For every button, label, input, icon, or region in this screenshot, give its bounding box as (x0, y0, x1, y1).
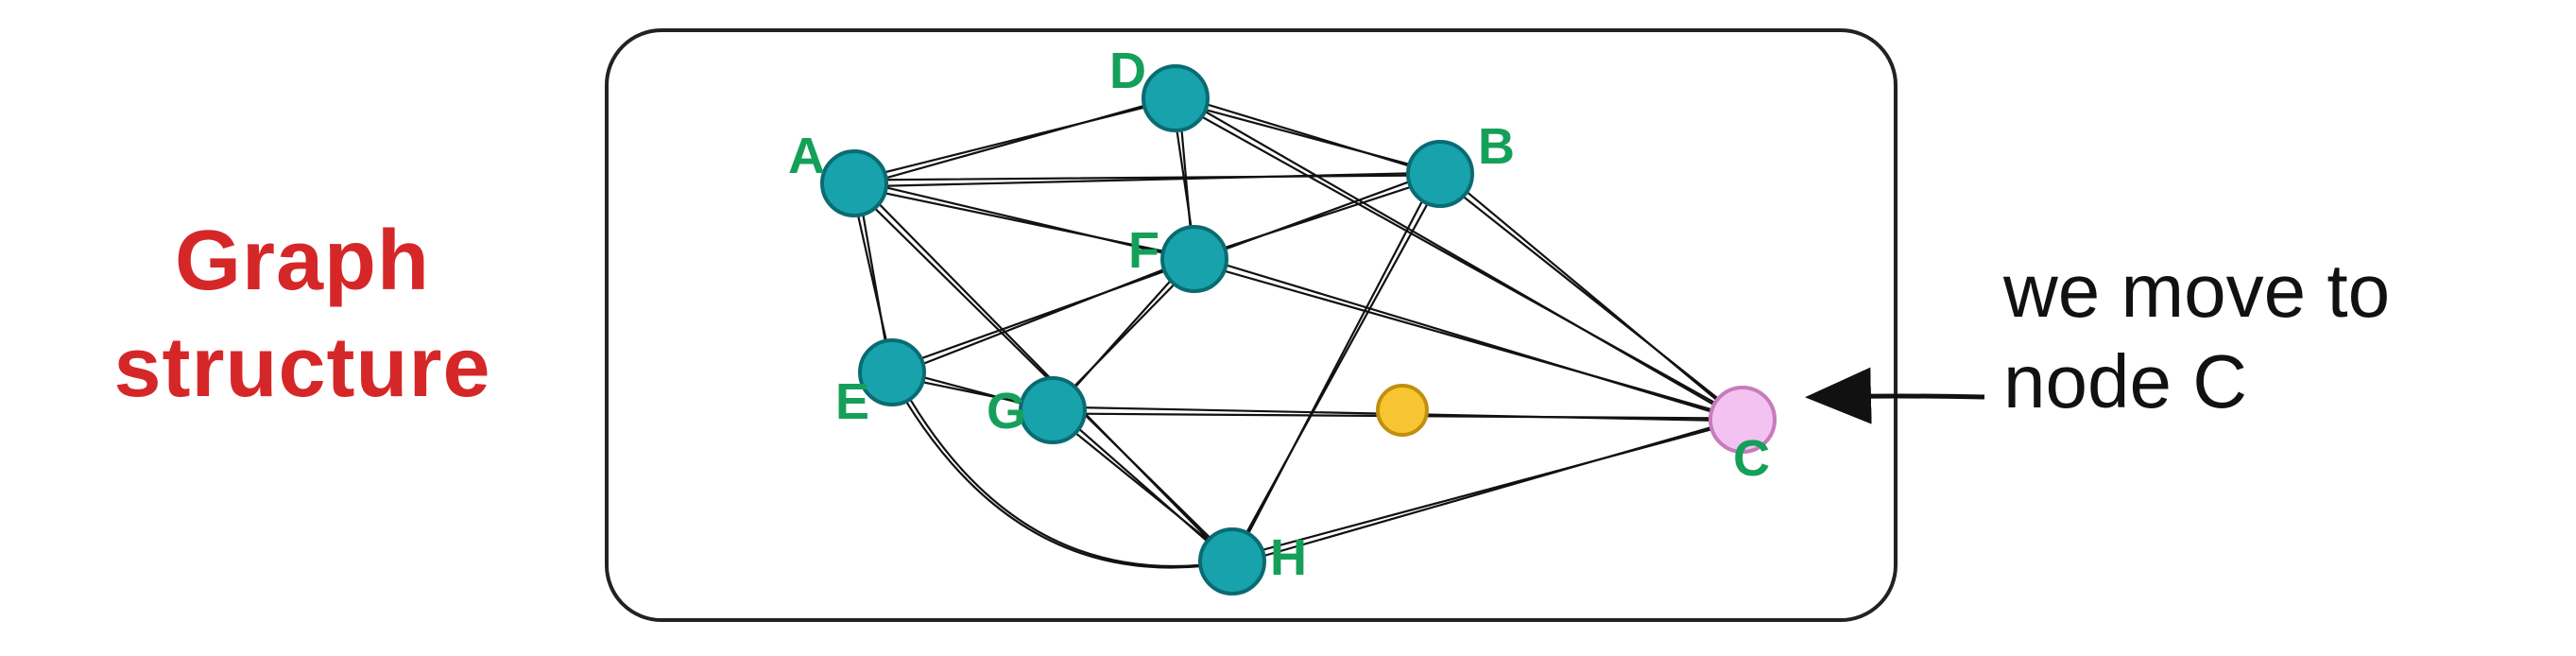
node-b (1408, 142, 1472, 206)
node-x (1378, 386, 1427, 435)
graph-panel: A B C D E F G H (605, 28, 1898, 622)
edge (1231, 176, 1443, 561)
graph-svg (609, 32, 1894, 618)
edge (1231, 421, 1743, 558)
edge (1233, 419, 1743, 565)
node-e (860, 340, 924, 405)
annotation-move-to-c: we move tonode C (2003, 246, 2533, 427)
graph-panel-inner: A B C D E F G H (609, 32, 1894, 618)
title-graph-structure: Graphstructure (57, 208, 548, 421)
edge (1175, 101, 1440, 172)
node-label-g: G (987, 382, 1026, 440)
edges-layer (851, 95, 1743, 568)
node-g (1021, 378, 1085, 442)
edge (1177, 95, 1743, 421)
edge (1442, 171, 1742, 421)
edge (1438, 177, 1743, 419)
edge (855, 97, 1176, 187)
node-label-f: F (1128, 221, 1159, 280)
diagram-stage: Graphstructure A B C D E F G H we move tonode C (0, 0, 2576, 656)
edge (1195, 256, 1743, 422)
node-label-b: B (1478, 117, 1515, 176)
node-label-e: E (835, 372, 869, 431)
edge (1051, 413, 1233, 561)
edge (1055, 407, 1231, 562)
node-label-c: C (1733, 429, 1770, 488)
node-f (1162, 227, 1227, 291)
edge (1176, 95, 1440, 176)
edge (853, 99, 1176, 180)
node-label-d: D (1109, 42, 1146, 100)
node-h (1200, 529, 1264, 594)
node-label-a: A (788, 127, 825, 185)
node-d (1143, 66, 1208, 130)
edge (1194, 262, 1743, 418)
node-label-h: H (1270, 528, 1307, 587)
node-a (822, 151, 886, 216)
edge (1194, 171, 1438, 261)
edge (1233, 172, 1437, 561)
